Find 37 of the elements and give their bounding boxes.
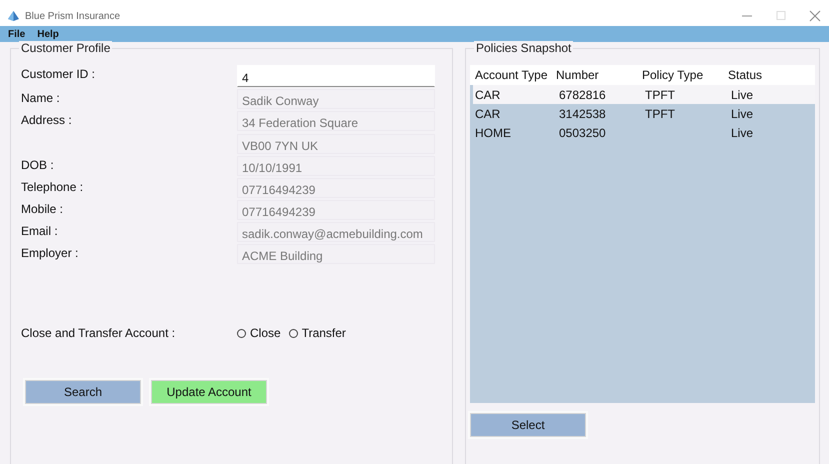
search-button[interactable]: Search (25, 380, 141, 404)
field-label: Employer : (21, 245, 80, 260)
radio-label[interactable]: Transfer (302, 326, 346, 340)
field-label: DOB : (21, 157, 55, 172)
menu-item[interactable]: File (8, 28, 26, 40)
input-field[interactable]: 07716494239 (237, 200, 435, 220)
input-field[interactable]: Sadik Conway (237, 89, 435, 109)
window-title: Blue Prism Insurance (25, 10, 122, 22)
column-header[interactable]: Number (553, 68, 639, 82)
column-header[interactable]: Status (725, 68, 815, 82)
field-label: Telephone : (21, 179, 84, 194)
update-account-button[interactable]: Update Account (151, 380, 267, 404)
table-row[interactable]: CAR 6782816 TPFT Live (470, 85, 815, 104)
input-field[interactable]: VB00 7YN UK (237, 134, 435, 154)
radio-button[interactable] (237, 328, 246, 338)
input-field[interactable]: 4 (237, 65, 435, 87)
field-label: Mobile : (21, 201, 64, 216)
app-icon (8, 11, 19, 21)
panel-title: Customer Profile (19, 41, 112, 55)
input-field[interactable]: ACME Building (237, 244, 435, 264)
field-label: Email : (21, 223, 59, 238)
radio-label[interactable]: Close (250, 326, 281, 340)
radio-button[interactable] (288, 328, 298, 338)
field-label: Name : (21, 90, 61, 105)
field-label: Close and Transfer Account : (21, 326, 176, 340)
menu-item[interactable]: Help (37, 28, 59, 40)
select-button[interactable]: Select (470, 413, 586, 437)
field-label: Address : (21, 112, 73, 127)
close-icon[interactable] (807, 10, 823, 22)
column-header[interactable]: Policy Type (639, 68, 725, 82)
column-header[interactable]: Account Type (470, 68, 553, 82)
input-field[interactable]: 34 Federation Square (237, 111, 435, 131)
input-field[interactable]: 07716494239 (237, 178, 435, 198)
panel-title: Policies Snapshot (474, 41, 574, 55)
input-field[interactable]: 10/10/1991 (237, 156, 435, 176)
input-field[interactable]: sadik.conway@acmebuilding.com (237, 222, 435, 242)
field-label: Customer ID : (21, 66, 96, 81)
